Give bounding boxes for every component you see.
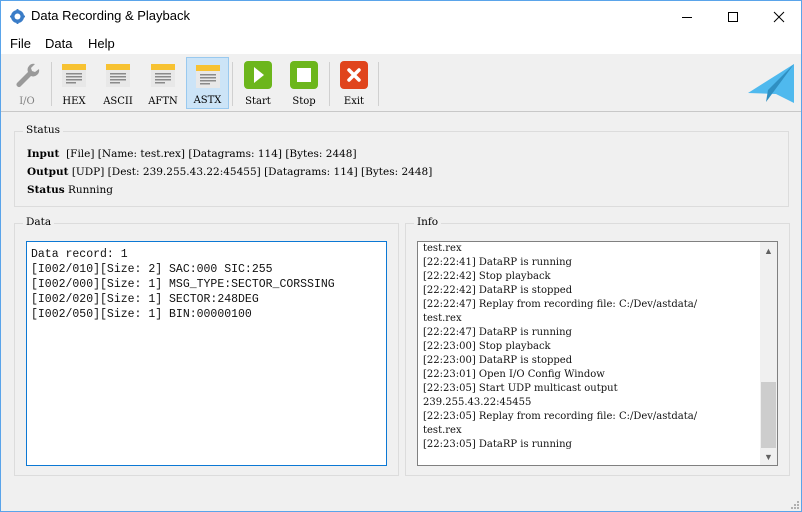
info-log-line: 239.255.43.22:45455 (423, 397, 532, 408)
data-line: [I002/020][Size: 1] SECTOR:248DEG (31, 293, 259, 306)
info-scrollbar[interactable]: ▲ ▼ (760, 242, 777, 465)
resize-grip-icon[interactable] (789, 499, 799, 509)
output-value: [UDP] [Dest: 239.255.43.22:45455] [Datag… (71, 166, 433, 178)
status-label: Status (27, 184, 65, 196)
output-status-line: Output [UDP] [Dest: 239.255.43.22:45455]… (27, 166, 432, 178)
menu-bar: File Data Help (1, 32, 801, 55)
status-group: Status Input [File] [Name: test.rex] [Da… (14, 124, 789, 207)
toolbar-separator (378, 62, 379, 106)
calendar-icon (106, 64, 130, 87)
scroll-thumb[interactable] (761, 382, 776, 448)
info-log-line: test.rex (423, 425, 462, 436)
input-label: Input (27, 148, 60, 160)
data-lines: Data record: 1 [I002/010][Size: 2] SAC:00… (31, 247, 335, 322)
maximize-button[interactable] (710, 1, 756, 32)
astx-button[interactable]: ASTX (186, 57, 229, 109)
info-log-line: [22:23:05] Start UDP multicast output (423, 383, 618, 394)
info-log-line: [22:22:47] Replay from recording file: C… (423, 299, 698, 310)
calendar-icon (195, 65, 220, 88)
start-label: Start (245, 96, 271, 107)
data-line: Data record: 1 (31, 248, 128, 261)
exit-label: Exit (343, 96, 365, 107)
input-value: [File] [Name: test.rex] [Datagrams: 114]… (66, 148, 357, 160)
close-icon (773, 11, 785, 22)
scroll-up-icon[interactable]: ▲ (760, 242, 777, 259)
hex-button[interactable]: HEX (55, 57, 93, 109)
menu-data[interactable]: Data (45, 36, 72, 51)
aftn-label: AFTN (148, 96, 178, 107)
menu-help[interactable]: Help (88, 36, 115, 51)
scroll-down-icon[interactable]: ▼ (760, 448, 777, 465)
toolbar: I/O HEX ASCII AFTN ASTX Start Stop Exit (1, 54, 801, 112)
exit-button[interactable]: Exit (333, 57, 375, 109)
gear-icon (10, 9, 25, 24)
start-button[interactable]: Start (237, 57, 279, 109)
io-label: I/O (19, 96, 35, 107)
info-log-line: [22:22:47] DataRP is running (423, 327, 572, 338)
input-status-line: Input [File] [Name: test.rex] [Datagrams… (27, 148, 357, 160)
menu-file[interactable]: File (10, 36, 31, 51)
maximize-icon (728, 11, 738, 22)
data-group-title: Data (23, 216, 55, 228)
calendar-icon (62, 64, 86, 87)
window-title: Data Recording & Playback (31, 8, 190, 23)
title-bar: Data Recording & Playback (1, 1, 801, 32)
minimize-button[interactable] (664, 1, 710, 32)
astx-label: ASTX (193, 95, 222, 106)
status-group-title: Status (23, 124, 64, 136)
stop-button[interactable]: Stop (283, 57, 325, 109)
info-log-line: [22:22:41] DataRP is running (423, 257, 572, 268)
info-log-line: [22:22:42] DataRP is stopped (423, 285, 573, 296)
info-log-line: test.rex (423, 313, 462, 324)
close-button[interactable] (756, 1, 801, 32)
data-group: Data Data record: 1 [I002/010][Size: 2] S… (14, 216, 399, 476)
info-log-line: test.rex (423, 243, 462, 254)
info-log-line: [22:23:00] DataRP is stopped (423, 355, 573, 366)
wrench-icon (16, 63, 40, 87)
ascii-label: ASCII (103, 96, 133, 107)
info-lines: test.rex [22:22:41] DataRP is running [22:… (423, 242, 697, 452)
io-button[interactable]: I/O (6, 57, 48, 109)
hex-label: HEX (62, 96, 86, 107)
data-line: [I002/010][Size: 2] SAC:000 SIC:255 (31, 263, 273, 276)
status-value: Running (67, 184, 114, 196)
info-group-title: Info (414, 216, 442, 228)
running-status-line: Status Running (27, 184, 113, 196)
calendar-icon (151, 64, 175, 87)
info-log-line: [22:23:05] Replay from recording file: C… (423, 411, 698, 422)
close-x-icon (340, 61, 368, 89)
aftn-button[interactable]: AFTN (144, 57, 182, 109)
info-log-line: [22:22:42] Stop playback (423, 271, 551, 282)
output-label: Output (27, 166, 69, 178)
data-line: [I002/050][Size: 1] BIN:00000100 (31, 308, 252, 321)
info-text-area[interactable]: test.rex [22:22:41] DataRP is running [22:… (417, 241, 778, 466)
toolbar-separator (329, 62, 330, 106)
ascii-button[interactable]: ASCII (97, 57, 139, 109)
info-log-line: [22:23:01] Open I/O Config Window (423, 369, 605, 380)
data-text-area[interactable]: Data record: 1 [I002/010][Size: 2] SAC:00… (26, 241, 387, 466)
app-window: Data Recording & Playback File Data Help… (0, 0, 802, 512)
paper-plane-icon (748, 64, 794, 103)
toolbar-separator (51, 62, 52, 106)
info-log-line: [22:23:00] Stop playback (423, 341, 551, 352)
stop-label: Stop (292, 96, 316, 107)
play-icon (244, 61, 272, 89)
info-log-line: [22:23:05] DataRP is running (423, 439, 572, 450)
info-group: Info test.rex [22:22:41] DataRP is runnin… (405, 216, 790, 476)
stop-icon (290, 61, 318, 89)
minimize-icon (682, 16, 692, 18)
data-line: [I002/000][Size: 1] MSG_TYPE:SECTOR_CORS… (31, 278, 335, 291)
toolbar-separator (232, 62, 233, 106)
